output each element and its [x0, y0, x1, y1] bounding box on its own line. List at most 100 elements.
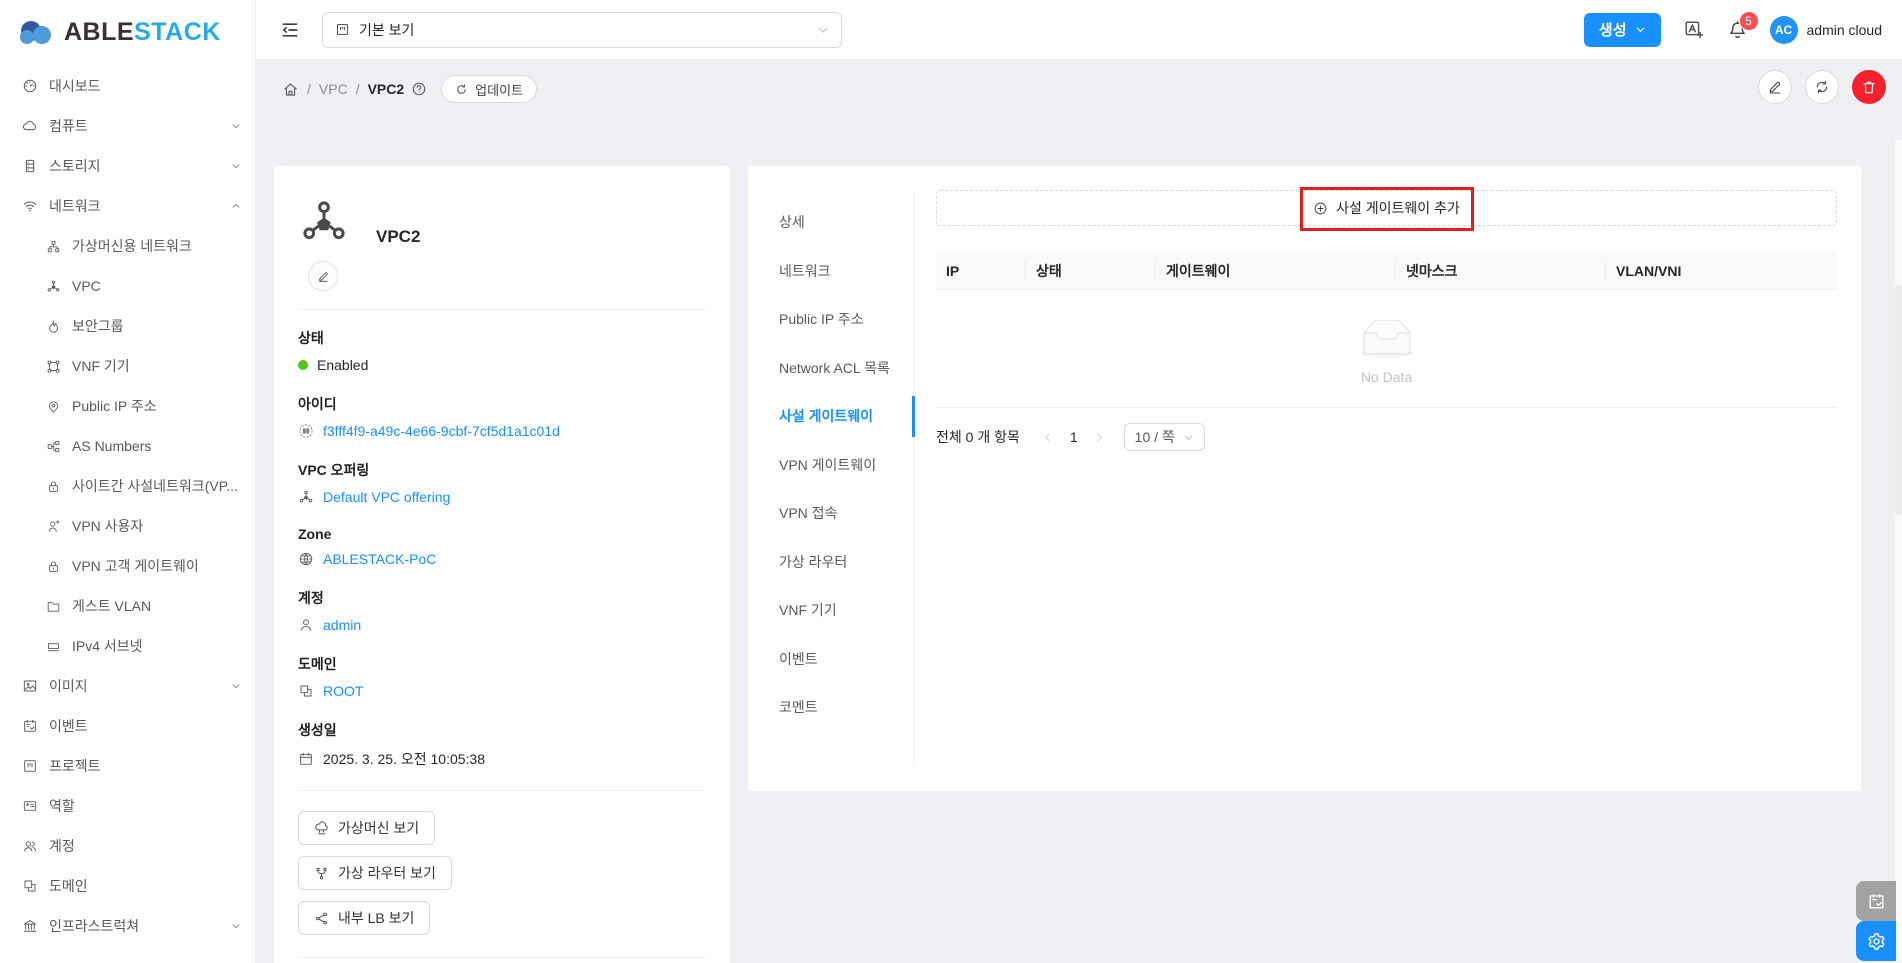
sidebar-item-lock[interactable]: VPN 고객 게이트웨이	[0, 546, 255, 586]
detail-tab[interactable]: 가상 라우터	[748, 538, 913, 587]
next-page-icon[interactable]	[1090, 427, 1110, 447]
top-header: 기본 보기 생성 5 AC admin	[256, 0, 1902, 60]
detail-tab[interactable]: VPN 접속	[748, 489, 913, 538]
sidebar-item-label: 사이트간 사설네트워크(VP...	[72, 476, 238, 496]
detail-tab[interactable]: 네트워크	[748, 247, 913, 296]
sidebar-item-wifi[interactable]: 네트워크	[0, 186, 255, 226]
private-gateway-panel: 사설 게이트웨이 추가 IP상태게이트웨이넷마스크VLAN/VNI No Dat…	[936, 190, 1837, 451]
detail-tab[interactable]: 사설 게이트웨이	[748, 392, 913, 441]
sidebar-item-pin[interactable]: Public IP 주소	[0, 386, 255, 426]
sidebar-item-label: 인프라스트럭쳐	[49, 916, 139, 936]
cloud-icon	[22, 118, 38, 134]
sidebar-item-label: VPC	[72, 278, 101, 294]
user-icon	[298, 617, 314, 633]
sidebar-item-subnet[interactable]: IPv4 서브넷	[0, 626, 255, 666]
page-size-select[interactable]: 10 / 쪽	[1124, 423, 1205, 451]
edit-button[interactable]	[1758, 70, 1792, 104]
delete-button[interactable]	[1852, 70, 1886, 104]
schedule-icon	[22, 718, 38, 734]
detail-tab[interactable]: 코멘트	[748, 683, 913, 732]
info-section: 생성일2025. 3. 25. 오전 10:05:38	[298, 720, 706, 769]
sidebar-item-team[interactable]: 계정	[0, 826, 255, 866]
breadcrumb-vpc[interactable]: VPC	[319, 81, 348, 97]
prev-page-icon[interactable]	[1038, 427, 1058, 447]
view-fork-button[interactable]: 가상 라우터 보기	[298, 856, 452, 890]
status-dot	[298, 360, 308, 370]
help-icon[interactable]	[411, 81, 427, 97]
info-value[interactable]: f3fff4f9-a49c-4e66-9cbf-7cf5d1a1c01d	[298, 423, 706, 439]
brand-logo[interactable]: ABLESTACK	[0, 0, 255, 64]
sidebar-item-dashboard[interactable]: 대시보드	[0, 66, 255, 106]
detail-tab[interactable]: VNF 기기	[748, 586, 913, 635]
sidebar-item-vnf[interactable]: VNF 기기	[0, 346, 255, 386]
refresh-button[interactable]	[1805, 70, 1839, 104]
sync-icon	[455, 83, 468, 96]
info-value[interactable]: ROOT	[298, 683, 706, 699]
add-private-gateway-button[interactable]: 사설 게이트웨이 추가	[936, 190, 1837, 226]
info-value-text: Default VPC offering	[323, 489, 450, 505]
sidebar-item-storage[interactable]: 스토리지	[0, 146, 255, 186]
empty-text: No Data	[1361, 369, 1412, 385]
menu-fold-icon[interactable]	[280, 20, 300, 40]
vnf-icon	[46, 359, 61, 374]
vpc-icon	[298, 489, 314, 505]
avatar: AC	[1770, 16, 1798, 44]
info-value[interactable]: admin	[298, 617, 706, 633]
detail-tab[interactable]: VPN 게이트웨이	[748, 441, 913, 490]
create-button[interactable]: 생성	[1584, 13, 1661, 47]
detail-tab[interactable]: 이벤트	[748, 635, 913, 684]
info-label: Zone	[298, 526, 706, 542]
edit-icon	[317, 270, 330, 283]
sidebar-item-blocks[interactable]: 도메인	[0, 866, 255, 906]
sidebar-item-label: IPv4 서브넷	[72, 636, 143, 656]
info-value-text: admin	[323, 617, 361, 633]
sidebar-item-userswitch[interactable]: VPN 사용자	[0, 506, 255, 546]
home-icon[interactable]	[282, 81, 299, 98]
sidebar-item-folder[interactable]: 게스트 VLAN	[0, 586, 255, 626]
settings-button[interactable]	[1856, 921, 1896, 961]
page-number[interactable]: 1	[1070, 429, 1078, 445]
sidebar-item-apartment[interactable]: 가상머신용 네트워크	[0, 226, 255, 266]
user-name: admin cloud	[1807, 22, 1883, 38]
sidebar-item-picture[interactable]: 이미지	[0, 666, 255, 706]
pin-icon	[46, 399, 61, 414]
sidebar-item-label: VNF 기기	[72, 356, 130, 376]
sidebar-item-project[interactable]: 프로젝트	[0, 746, 255, 786]
detail-tab[interactable]: 상세	[748, 198, 913, 247]
sidebar-menu: 대시보드컴퓨트스토리지네트워크가상머신용 네트워크 VPC 보안그룹 VNF 기기 Pu…	[0, 64, 255, 946]
user-menu[interactable]: AC admin cloud	[1770, 16, 1883, 44]
edit-name-button[interactable]	[308, 261, 338, 291]
sidebar-item-lock[interactable]: 사이트간 사설네트워크(VP...	[0, 466, 255, 506]
notifications-button[interactable]: 5	[1727, 19, 1748, 41]
sidebar-item-fire[interactable]: 보안그룹	[0, 306, 255, 346]
sidebar-item-vpc[interactable]: VPC	[0, 266, 255, 306]
wifi-icon	[22, 198, 38, 214]
view-vmview-button[interactable]: 가상머신 보기	[298, 811, 435, 845]
detail-tab[interactable]: Public IP 주소	[748, 295, 913, 344]
sidebar-item-idcard[interactable]: 역할	[0, 786, 255, 826]
breadcrumb-current: VPC2	[368, 81, 405, 97]
view-share-button[interactable]: 내부 LB 보기	[298, 901, 430, 935]
sidebar-item-bank[interactable]: 인프라스트럭쳐	[0, 906, 255, 946]
vmview-icon	[314, 821, 329, 836]
table-column-header: VLAN/VNI	[1606, 252, 1837, 289]
scrollbar-track[interactable]	[1895, 140, 1902, 963]
event-shortcut-button[interactable]	[1856, 881, 1896, 921]
sidebar-item-label: AS Numbers	[72, 438, 151, 454]
sidebar-item-asnumbers[interactable]: AS Numbers	[0, 426, 255, 466]
detail-tab[interactable]: Network ACL 목록	[748, 344, 913, 393]
scrollbar-thumb[interactable]	[1895, 285, 1902, 515]
sidebar-item-schedule[interactable]: 이벤트	[0, 706, 255, 746]
language-icon[interactable]	[1683, 19, 1705, 41]
update-button[interactable]: 업데이트	[441, 75, 537, 103]
sidebar-item-cloud[interactable]: 컴퓨트	[0, 106, 255, 146]
idcard-icon	[22, 798, 38, 814]
dashboard-icon	[22, 78, 38, 94]
info-value-text: Enabled	[317, 357, 368, 373]
vpc-summary-card: VPC2 상태Enabled아이디f3fff4f9-a49c-4e66-9cbf…	[273, 165, 731, 963]
barcode-icon	[298, 423, 314, 439]
project-view-select[interactable]: 기본 보기	[322, 12, 842, 48]
info-value[interactable]: ABLESTACK-PoC	[298, 551, 706, 567]
subnet-icon	[46, 639, 61, 654]
info-value[interactable]: Default VPC offering	[298, 489, 706, 505]
